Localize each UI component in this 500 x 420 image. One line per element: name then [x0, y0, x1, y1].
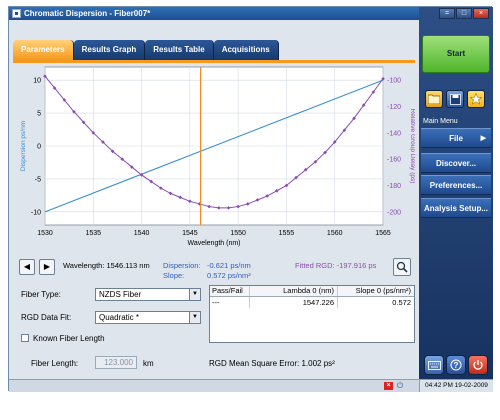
rgd-fit-value: Quadratic *	[99, 313, 140, 322]
x-tick-label: 1550	[230, 230, 246, 237]
help-button[interactable]: ?	[446, 355, 466, 375]
favorite-button[interactable]	[467, 90, 485, 108]
y-left-tick-label: 0	[37, 144, 41, 151]
keyboard-button[interactable]	[424, 355, 444, 375]
menu-file[interactable]: File ▶	[421, 128, 491, 148]
wavelength-readout: Wavelength: 1546.113 nm	[63, 261, 150, 270]
minimize-button[interactable]: =	[439, 8, 455, 19]
x-tick-label: 1565	[375, 230, 391, 237]
keyboard-icon	[427, 360, 441, 370]
y-right-tick-label: -200	[387, 209, 401, 216]
known-length-checkbox[interactable]	[21, 334, 29, 342]
tab-parameters[interactable]: Parameters	[13, 40, 74, 60]
dispersion-graph[interactable]: 1530 1535 1540 1545 1550 1555 1560 1565 10 5 0 -5 -1…	[13, 63, 415, 253]
y-left-tick-label: 5	[37, 111, 41, 118]
y-left-axis-label: Dispersion ps/nm	[20, 121, 27, 171]
y-right-tick-label: -180	[387, 183, 401, 190]
x-tick-label: 1555	[279, 230, 295, 237]
menu-discover[interactable]: Discover...	[421, 153, 491, 173]
fiber-type-value: NZDS Fiber	[99, 290, 142, 299]
status-bar: × ⏻ 04:42 PM 19-02-2009	[9, 379, 493, 392]
error-icon: ×	[384, 382, 393, 390]
y-right-tick-label: -120	[387, 104, 401, 111]
save-button[interactable]	[446, 90, 464, 108]
x-axis-label: Wavelength (nm)	[187, 240, 240, 247]
chevron-down-icon: ▼	[189, 312, 200, 323]
y-left-tick-label: -5	[35, 176, 41, 183]
fitted-rgd-readout: Fitted RGD: -197.916 ps	[295, 261, 377, 270]
menu-preferences[interactable]: Preferences...	[421, 175, 491, 195]
slope-value: 0.572 ps/nm²	[207, 271, 251, 280]
start-button[interactable]: Start	[422, 35, 490, 73]
menu-analysis-setup[interactable]: Analysis Setup...	[421, 198, 491, 218]
close-button[interactable]: ×	[473, 8, 489, 19]
power-button[interactable]	[468, 355, 488, 375]
rgd-mse-readout: RGD Mean Square Error: 1.002 ps²	[209, 359, 335, 368]
clock: 04:42 PM 19-02-2009	[419, 380, 493, 392]
dispersion-label: Dispersion:	[163, 261, 201, 270]
cell-pass-fail: ---	[210, 297, 250, 308]
power-icon	[473, 360, 483, 370]
fiber-length-input[interactable]: 123.000	[95, 356, 137, 369]
main-menu-label: Main Menu	[423, 118, 458, 125]
y-right-axis-label: Relative Group Delay (ps)	[409, 109, 415, 184]
x-tick-label: 1535	[85, 230, 101, 237]
y-left-tick-label: -10	[31, 209, 41, 216]
prev-button[interactable]: ◀	[19, 259, 35, 275]
magnifier-icon	[396, 261, 408, 273]
y-left-tick-label: 10	[33, 78, 41, 85]
star-icon	[470, 93, 482, 105]
results-table: Pass/Fail Lambda 0 (nm) Slope 0 (ps/nm²)…	[209, 285, 415, 343]
next-button[interactable]: ▶	[39, 259, 55, 275]
slope-label: Slope:	[163, 271, 185, 280]
fiber-length-label: Fiber Length:	[31, 359, 79, 368]
fiber-length-unit: km	[143, 359, 154, 368]
app-icon	[12, 9, 21, 18]
chevron-down-icon: ▼	[189, 289, 200, 300]
window-title: Chromatic Dispersion - Fiber007*	[24, 9, 151, 18]
x-tick-label: 1545	[182, 230, 198, 237]
maximize-button[interactable]: □	[456, 8, 472, 19]
table-header: Pass/Fail Lambda 0 (nm) Slope 0 (ps/nm²)	[210, 286, 414, 297]
tab-results-table[interactable]: Results Table	[145, 40, 214, 60]
header-pass-fail: Pass/Fail	[210, 286, 250, 296]
right-panel: = □ × Start Main Menu File ▶ Discover...…	[419, 7, 493, 379]
zoom-button[interactable]	[393, 258, 411, 276]
tab-acquisitions[interactable]: Acquisitions	[213, 40, 279, 60]
header-slope0: Slope 0 (ps/nm²)	[355, 286, 411, 295]
rgd-fit-label: RGD Data Fit:	[21, 313, 72, 322]
app-window: Chromatic Dispersion - Fiber007* Paramet…	[8, 6, 493, 392]
tab-bar: Parameters Results Graph Results Table A…	[13, 40, 279, 60]
header-lambda0: Lambda 0 (nm)	[250, 286, 338, 296]
dispersion-value: -0.621 ps/nm	[207, 261, 251, 270]
menu-file-label: File	[449, 134, 463, 143]
svg-text:?: ?	[454, 361, 459, 370]
x-tick-label: 1540	[134, 230, 150, 237]
known-length-label: Known Fiber Length	[33, 334, 105, 343]
title-bar: Chromatic Dispersion - Fiber007*	[9, 7, 419, 20]
y-right-tick-label: -140	[387, 130, 401, 137]
fiber-type-select[interactable]: NZDS Fiber ▼	[95, 288, 201, 301]
help-icon: ?	[450, 359, 462, 371]
x-tick-label: 1560	[327, 230, 343, 237]
folder-icon	[428, 94, 440, 104]
y-right-tick-label: -100	[387, 78, 401, 85]
table-row: --- 1547.226 0.572	[210, 297, 414, 308]
open-button[interactable]	[425, 90, 443, 108]
rgd-fit-select[interactable]: Quadratic * ▼	[95, 311, 201, 324]
save-icon	[449, 93, 461, 105]
tab-results-graph[interactable]: Results Graph	[73, 40, 146, 60]
power-plug-icon: ⏻	[396, 381, 404, 390]
y-right-tick-label: -160	[387, 157, 401, 164]
fiber-type-label: Fiber Type:	[21, 290, 61, 299]
chevron-right-icon: ▶	[480, 135, 486, 142]
x-tick-label: 1530	[37, 230, 53, 237]
cell-lambda0: 1547.226	[250, 297, 338, 308]
cell-slope0: 0.572	[392, 298, 411, 307]
parameters-panel: 1530 1535 1540 1545 1550 1555 1560 1565 10 5 0 -5 -1…	[13, 60, 415, 376]
